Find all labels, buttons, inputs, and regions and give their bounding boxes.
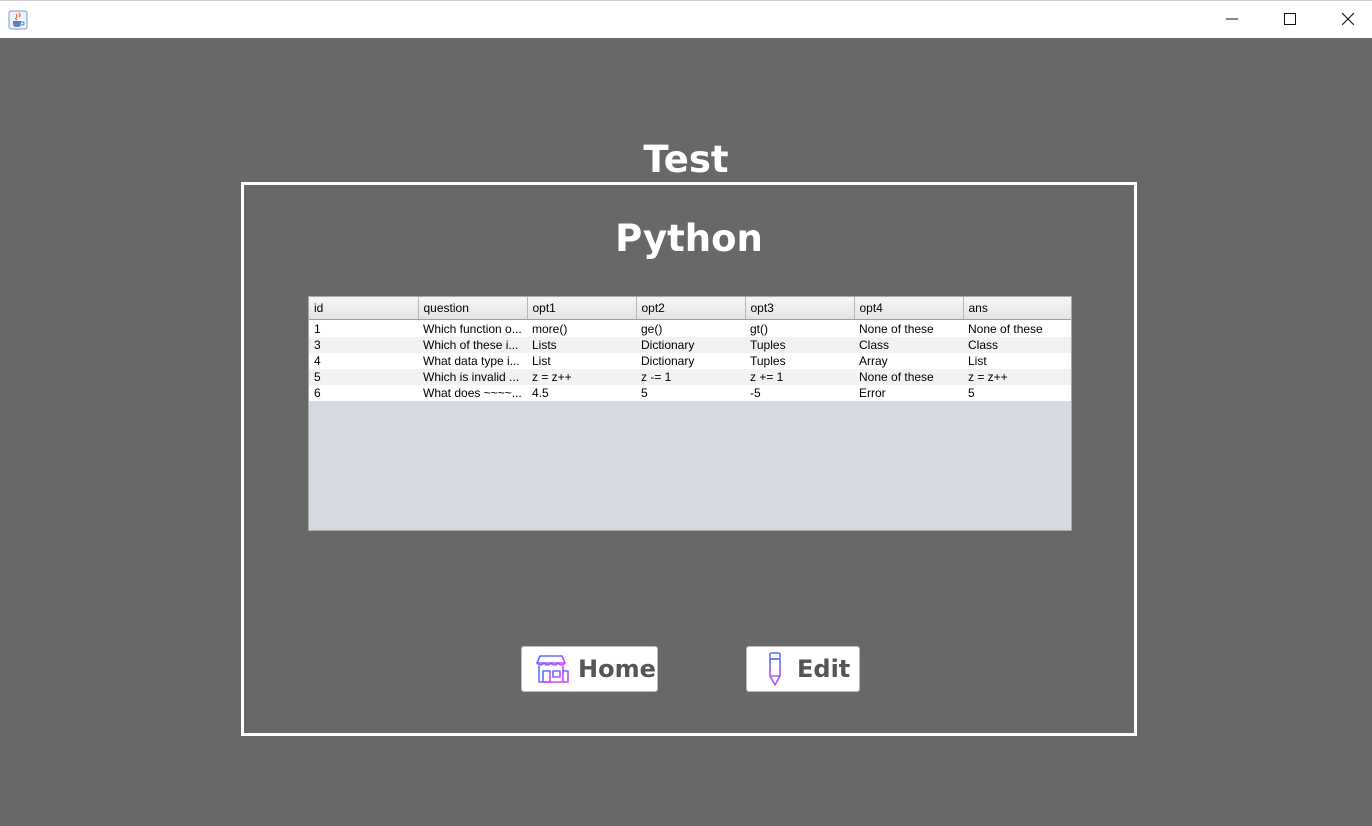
table-cell-ans[interactable]: List xyxy=(963,352,1071,369)
questions-table: id question opt1 opt2 opt3 opt4 ans 1 Which fun… xyxy=(309,297,1071,401)
edit-button-label: Edit xyxy=(797,655,851,683)
column-header-opt1[interactable]: opt1 xyxy=(527,297,637,320)
table-cell-opt2[interactable]: Dictionary xyxy=(636,352,745,369)
column-header-opt3[interactable]: opt3 xyxy=(745,297,855,320)
table-cell-opt4[interactable]: None of these xyxy=(854,368,963,385)
table-cell-ans[interactable]: None of these xyxy=(963,319,1071,337)
table-cell-question[interactable]: Which of these i... xyxy=(418,336,527,353)
table-cell-opt2[interactable]: 5 xyxy=(636,384,745,401)
table-cell-opt1[interactable]: 4.5 xyxy=(527,384,636,401)
main-panel: Python id question opt1 opt2 opt3 opt4 ans 1 Wh… xyxy=(241,182,1137,736)
table-cell-ans[interactable]: Class xyxy=(963,336,1071,353)
shop-icon xyxy=(536,654,570,684)
java-cup-icon xyxy=(8,10,28,30)
minimize-icon xyxy=(1226,10,1238,29)
table-cell-opt4[interactable]: Class xyxy=(854,336,963,353)
table-cell-opt3[interactable]: gt() xyxy=(745,319,854,337)
table-cell-id[interactable]: 1 xyxy=(309,319,418,337)
table-cell-opt2[interactable]: ge() xyxy=(636,319,745,337)
close-button[interactable] xyxy=(1319,1,1372,38)
table-cell-question[interactable]: What data type i... xyxy=(418,352,527,369)
table-cell-opt1[interactable]: more() xyxy=(527,319,636,337)
column-header-question[interactable]: question xyxy=(418,297,528,320)
table-cell-question[interactable]: Which is invalid ... xyxy=(418,368,527,385)
edit-button[interactable]: Edit xyxy=(746,646,860,692)
minimize-button[interactable] xyxy=(1203,1,1261,38)
table-cell-id[interactable]: 6 xyxy=(309,384,418,401)
table-row[interactable]: 6 What does ~~~~... 4.5 5 -5 Error 5 xyxy=(309,384,1071,401)
table-cell-opt1[interactable]: List xyxy=(527,352,636,369)
table-cell-opt3[interactable]: Tuples xyxy=(745,336,854,353)
home-button-label: Home xyxy=(578,655,656,683)
table-cell-id[interactable]: 5 xyxy=(309,368,418,385)
table-cell-opt3[interactable]: Tuples xyxy=(745,352,854,369)
table-cell-opt1[interactable]: Lists xyxy=(527,336,636,353)
table-row[interactable]: 5 Which is invalid ... z = z++ z -= 1z += 1… xyxy=(309,368,1071,385)
table-row[interactable]: 1 Which function o... more() ge() gt() None o… xyxy=(309,319,1071,337)
table-cell-question[interactable]: Which function o... xyxy=(418,319,527,337)
table-cell-opt1[interactable]: z = z++ xyxy=(527,368,636,385)
table-header-row: id question opt1 opt2 opt3 opt4 ans xyxy=(309,297,1071,320)
table-cell-ans[interactable]: z = z++ xyxy=(963,368,1071,385)
table-row[interactable]: 4 What data type i... List Dictionary Tuples… xyxy=(309,352,1071,369)
table-cell-id[interactable]: 4 xyxy=(309,352,418,369)
table-cell-opt4[interactable]: Error xyxy=(854,384,963,401)
questions-table-scroll[interactable]: id question opt1 opt2 opt3 opt4 ans 1 Which fun… xyxy=(308,296,1072,531)
pencil-icon xyxy=(767,652,783,686)
table-cell-opt3[interactable]: z += 1 xyxy=(745,368,854,385)
column-header-ans[interactable]: ans xyxy=(963,297,1071,320)
panel-title: Python xyxy=(615,217,763,260)
table-cell-opt3[interactable]: -5 xyxy=(745,384,854,401)
table-cell-opt4[interactable]: Array xyxy=(854,352,963,369)
table-row[interactable]: 3 Which of these i... Lists Dictionary Tuple… xyxy=(309,336,1071,353)
table-cell-id[interactable]: 3 xyxy=(309,336,418,353)
column-header-opt2[interactable]: opt2 xyxy=(636,297,746,320)
table-cell-ans[interactable]: 5 xyxy=(963,384,1071,401)
home-button[interactable]: Home xyxy=(521,646,658,692)
table-cell-opt2[interactable]: z -= 1 xyxy=(636,368,745,385)
column-header-opt4[interactable]: opt4 xyxy=(854,297,964,320)
column-header-id[interactable]: id xyxy=(309,297,419,320)
maximize-icon xyxy=(1284,10,1296,29)
table-cell-question[interactable]: What does ~~~~... xyxy=(418,384,527,401)
close-icon xyxy=(1341,10,1355,29)
table-cell-opt4[interactable]: None of these xyxy=(854,319,963,337)
window-title-bar xyxy=(0,0,1372,38)
maximize-button[interactable] xyxy=(1261,1,1319,38)
table-cell-opt2[interactable]: Dictionary xyxy=(636,336,745,353)
page-title: Test xyxy=(643,138,729,181)
